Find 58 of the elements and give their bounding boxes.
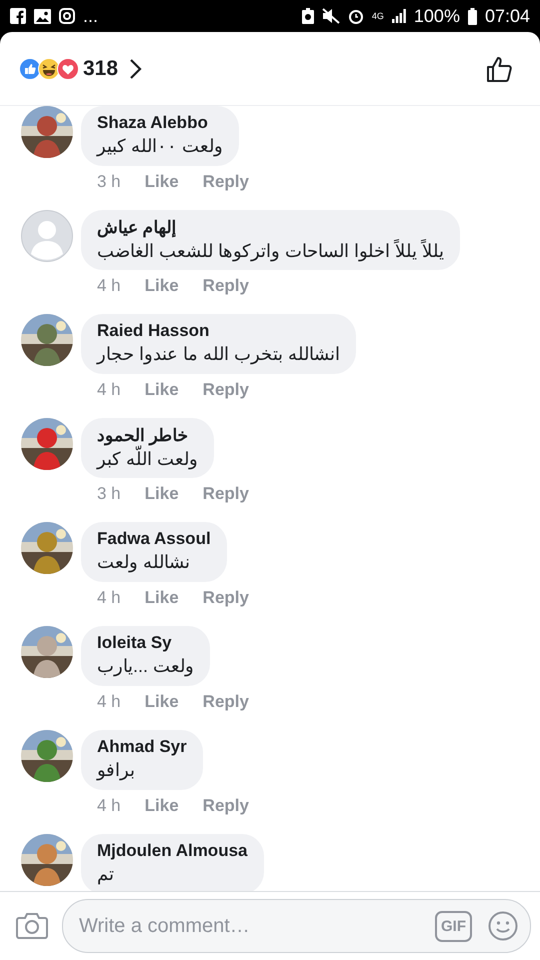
- comment-time: 4 h: [97, 692, 121, 712]
- reply-link[interactable]: Reply: [202, 484, 249, 504]
- gif-button[interactable]: GIF: [435, 910, 472, 942]
- camera-icon[interactable]: [16, 912, 48, 940]
- reaction-count[interactable]: 318: [83, 56, 118, 80]
- comment-time: 4 h: [97, 588, 121, 608]
- comment-input-field[interactable]: Write a comment… GIF: [62, 899, 531, 953]
- like-link[interactable]: Like: [144, 484, 179, 504]
- chevron-right-icon[interactable]: [128, 58, 142, 80]
- commenter-name[interactable]: Fadwa Assoul: [97, 529, 211, 549]
- love-reaction-icon: [57, 58, 79, 80]
- like-link[interactable]: Like: [144, 276, 179, 296]
- signal-icon: [392, 9, 406, 23]
- comment-time: 4 h: [97, 276, 121, 296]
- reply-link[interactable]: Reply: [202, 588, 249, 608]
- like-link[interactable]: Like: [144, 796, 179, 816]
- facebook-icon: [10, 8, 26, 24]
- thumbs-up-icon[interactable]: [486, 54, 514, 82]
- comment-time: 3 h: [97, 172, 121, 192]
- comment-text: نشالله ولعت: [97, 551, 190, 573]
- comment-time: 4 h: [97, 380, 121, 400]
- laugh-reaction-icon: [38, 58, 60, 80]
- comment-text: تم: [97, 863, 114, 885]
- commenter-name[interactable]: Shaza Alebbo: [97, 113, 208, 133]
- comment-text: انشالله بتخرب الله ما عندوا حجار: [97, 343, 340, 365]
- like-link[interactable]: Like: [144, 380, 179, 400]
- like-link[interactable]: Like: [144, 172, 179, 192]
- image-icon: [34, 8, 51, 24]
- commenter-name[interactable]: Ioleita Sy: [97, 633, 172, 653]
- reply-link[interactable]: Reply: [202, 276, 249, 296]
- commenter-name[interactable]: إلهام عياش: [97, 217, 177, 238]
- network-type: 4G: [372, 11, 384, 21]
- reply-link[interactable]: Reply: [202, 380, 249, 400]
- comment-text: برافو: [97, 759, 135, 781]
- commenter-name[interactable]: خاطر الحمود: [97, 425, 189, 446]
- more-notifications: ...: [83, 6, 98, 26]
- like-reaction-icon: [19, 58, 41, 80]
- battery-icon: [468, 8, 477, 24]
- alarm-icon: [348, 8, 364, 24]
- emoji-icon[interactable]: [488, 911, 518, 941]
- like-link[interactable]: Like: [144, 692, 179, 712]
- commenter-name[interactable]: Mjdoulen Almousa: [97, 841, 248, 861]
- comment-text: ولعت ٠٠الله كبير: [97, 135, 224, 157]
- mute-icon: [322, 8, 340, 24]
- comment-time: 4 h: [97, 796, 121, 816]
- battery-level: 100%: [414, 6, 460, 26]
- reply-link[interactable]: Reply: [202, 692, 249, 712]
- comment-time: 3 h: [97, 484, 121, 504]
- reply-link[interactable]: Reply: [202, 796, 249, 816]
- clock: 07:04: [484, 6, 530, 26]
- commenter-name[interactable]: Ahmad Syr: [97, 737, 187, 757]
- like-link[interactable]: Like: [144, 588, 179, 608]
- commenter-name[interactable]: Raied Hasson: [97, 321, 210, 341]
- comment-text: يللاً يللاً اخلوا الساحات واتركوها للشعب الغاضب: [97, 240, 444, 262]
- reply-link[interactable]: Reply: [202, 172, 249, 192]
- comment-text: ولعت ...يارب: [97, 655, 194, 677]
- instagram-icon: [59, 8, 75, 24]
- battery-saver-icon: [302, 8, 314, 24]
